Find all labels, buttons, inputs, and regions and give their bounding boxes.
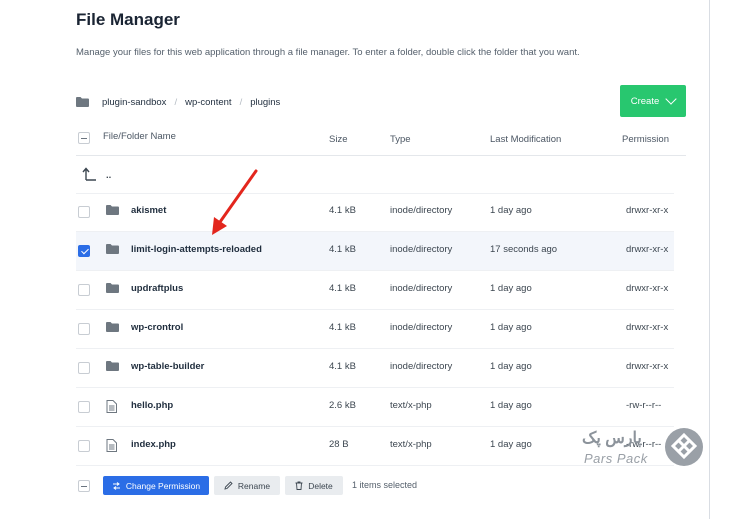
row-last-modification: 1 day ago (490, 400, 532, 411)
row-type: text/x-php (390, 439, 432, 450)
row-last-modification: 1 day ago (490, 322, 532, 333)
parent-directory-label: .. (106, 170, 112, 181)
parent-directory-icon (82, 167, 98, 184)
row-last-modification: 1 day ago (490, 361, 532, 372)
select-all-checkbox[interactable] (78, 132, 90, 144)
row-checkbox[interactable] (78, 284, 90, 296)
row-size: 4.1 kB (329, 205, 356, 216)
create-button[interactable]: Create (620, 85, 686, 117)
row-last-modification: 1 day ago (490, 283, 532, 294)
folder-icon (76, 97, 89, 107)
folder-icon (106, 322, 119, 335)
folder-icon (106, 361, 119, 374)
row-last-modification: 1 day ago (490, 439, 532, 450)
row-permission: drwxr-xr-x (626, 322, 669, 333)
parspack-logo-icon (665, 428, 703, 466)
file-icon (106, 439, 117, 455)
panel-border (709, 0, 710, 519)
footer-select-checkbox[interactable] (78, 480, 90, 492)
row-name[interactable]: akismet (131, 205, 166, 216)
watermark-logo: پارس پک Pars Pack (582, 425, 707, 475)
row-checkbox[interactable] (78, 362, 90, 374)
change-permission-button[interactable]: Change Permission (103, 476, 209, 495)
row-size: 4.1 kB (329, 322, 356, 333)
row-size: 28 B (329, 439, 349, 450)
row-name[interactable]: wp-table-builder (131, 361, 204, 372)
row-checkbox[interactable] (78, 245, 90, 257)
pencil-icon (224, 481, 233, 490)
header-size[interactable]: Size (329, 134, 347, 145)
row-permission: drwxr-xr-x (626, 205, 669, 216)
chevron-down-icon (665, 93, 677, 105)
header-name[interactable]: File/Folder Name (103, 131, 176, 142)
row-type: inode/directory (390, 322, 453, 333)
rename-label: Rename (237, 480, 271, 491)
selection-status: 1 items selected (352, 480, 418, 490)
row-permission: -rw-r--r-- (626, 400, 662, 411)
delete-label: Delete (308, 480, 333, 491)
page-description: Manage your files for this web applicati… (76, 47, 580, 58)
page-title: File Manager (76, 10, 180, 29)
footer-actions: Change Permission Rename Delete 1 items … (76, 476, 686, 496)
trash-icon (295, 481, 303, 490)
row-last-modification: 17 seconds ago (490, 244, 558, 255)
row-name[interactable]: wp-crontrol (131, 322, 183, 333)
row-size: 2.6 kB (329, 400, 356, 411)
table-row[interactable]: hello.php 2.6 kB text/x-php 1 day ago -rw-r-… (76, 388, 674, 427)
file-icon (106, 400, 117, 416)
row-type: inode/directory (390, 244, 453, 255)
table-row[interactable]: wp-crontrol 4.1 kB inode/directory 1 day ag… (76, 310, 674, 349)
header-permission[interactable]: Permission (622, 134, 669, 145)
table-row[interactable]: updraftplus 4.1 kB inode/directory 1 day ag… (76, 271, 674, 310)
watermark-text-fa: پارس پک (582, 430, 642, 447)
folder-icon (106, 283, 119, 296)
row-type: inode/directory (390, 283, 453, 294)
row-name[interactable]: updraftplus (131, 283, 183, 294)
row-type: text/x-php (390, 400, 432, 411)
change-permission-label: Change Permission (125, 480, 201, 491)
rename-button[interactable]: Rename (214, 476, 280, 495)
delete-button[interactable]: Delete (285, 476, 343, 495)
row-name[interactable]: index.php (131, 439, 176, 450)
row-type: inode/directory (390, 361, 453, 372)
swap-icon (112, 481, 120, 490)
row-size: 4.1 kB (329, 283, 356, 294)
row-checkbox[interactable] (78, 323, 90, 335)
create-button-label: Create (630, 95, 660, 107)
row-type: inode/directory (390, 205, 453, 216)
parent-directory-row[interactable]: .. (76, 157, 674, 194)
row-size: 4.1 kB (329, 244, 356, 255)
table-row[interactable]: wp-table-builder 4.1 kB inode/directory 1 d… (76, 349, 674, 388)
table-header: File/Folder Name Size Type Last Modifica… (76, 125, 686, 156)
row-name[interactable]: hello.php (131, 400, 173, 411)
breadcrumb-item-wp-content[interactable]: wp-content (185, 97, 231, 108)
breadcrumb-item-plugins[interactable]: plugins (250, 97, 280, 108)
breadcrumb-separator: / (239, 96, 243, 108)
table-row[interactable]: limit-login-attempts-reloaded 4.1 kB inode… (76, 232, 674, 271)
row-size: 4.1 kB (329, 361, 356, 372)
row-checkbox[interactable] (78, 440, 90, 452)
row-name[interactable]: limit-login-attempts-reloaded (131, 244, 262, 255)
breadcrumb-item-plugin-sandbox[interactable]: plugin-sandbox (102, 97, 166, 108)
row-checkbox[interactable] (78, 401, 90, 413)
row-permission: drwxr-xr-x (626, 283, 669, 294)
row-last-modification: 1 day ago (490, 205, 532, 216)
watermark-text-en: Pars Pack (584, 451, 648, 466)
row-permission: drwxr-xr-x (626, 244, 669, 255)
row-checkbox[interactable] (78, 206, 90, 218)
breadcrumb-separator: / (174, 96, 178, 108)
header-type[interactable]: Type (390, 134, 411, 145)
breadcrumb: plugin-sandbox / wp-content / plugins (76, 95, 280, 109)
folder-icon (106, 205, 119, 218)
header-last-modification[interactable]: Last Modification (490, 134, 561, 145)
row-permission: drwxr-xr-x (626, 361, 669, 372)
table-row[interactable]: akismet 4.1 kB inode/directory 1 day ago drw… (76, 193, 674, 232)
folder-icon (106, 244, 119, 257)
